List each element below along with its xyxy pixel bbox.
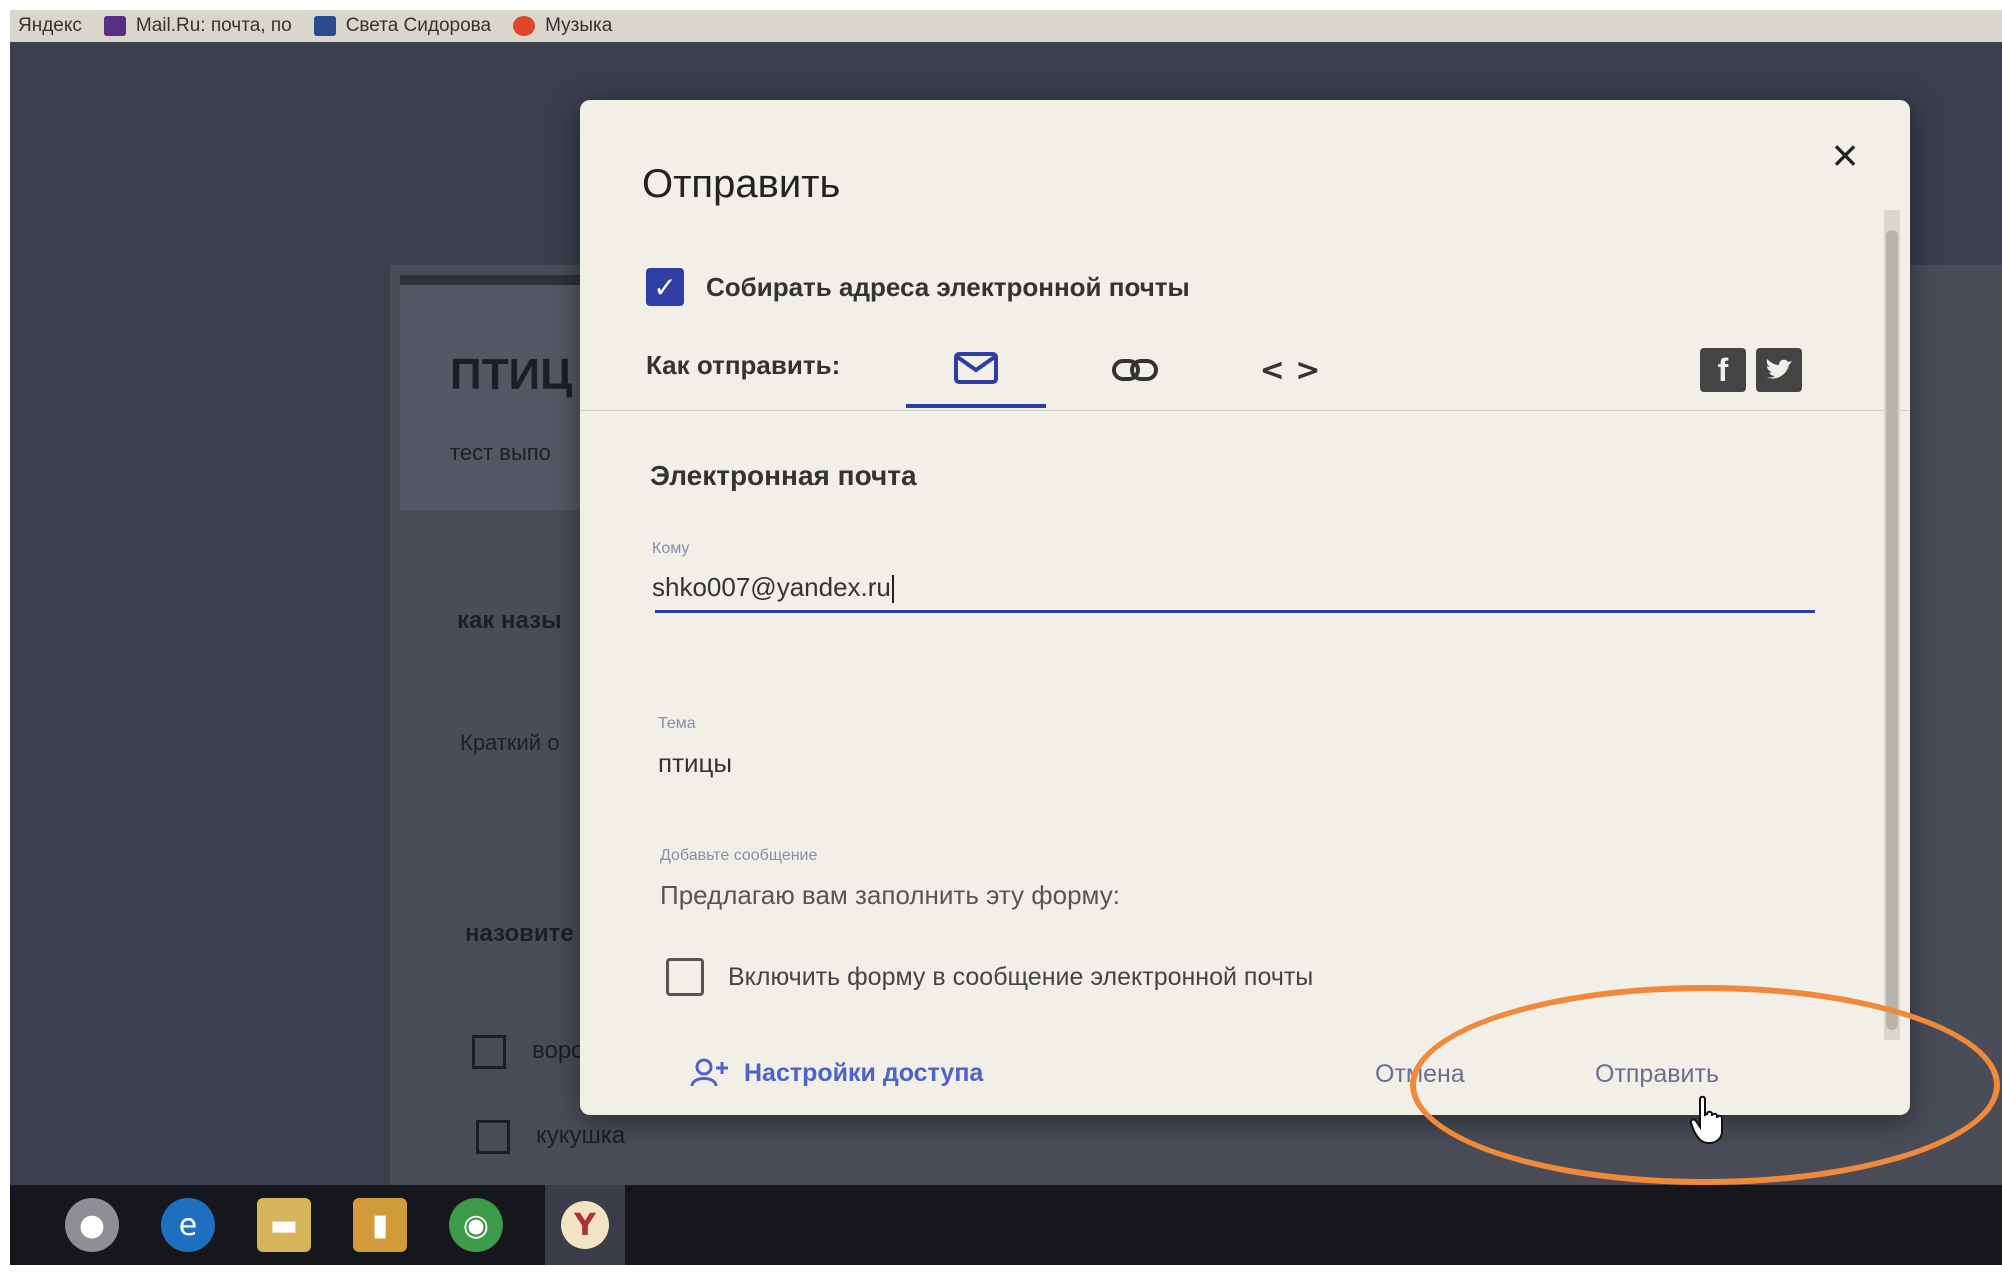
to-field[interactable]: shko007@yandex.ru bbox=[652, 572, 894, 604]
access-settings-button[interactable]: Настройки доступа bbox=[690, 1058, 983, 1088]
close-icon[interactable]: × bbox=[1820, 130, 1870, 180]
bookmark-mailru[interactable]: Mail.Ru: почта, по bbox=[103, 15, 292, 37]
envelope-icon bbox=[954, 352, 998, 384]
taskbar: ● e ▬ ▮ ◉ Y bbox=[10, 1185, 2002, 1265]
include-form-row[interactable]: Включить форму в сообщение электронной п… bbox=[666, 958, 1313, 996]
access-settings-label: Настройки доступа bbox=[744, 1058, 984, 1087]
chrome-icon[interactable]: ◉ bbox=[449, 1198, 503, 1252]
to-label: Кому bbox=[652, 540, 690, 557]
option-1-checkbox[interactable] bbox=[472, 1035, 506, 1069]
tabs-divider bbox=[580, 410, 1910, 411]
twitter-icon[interactable] bbox=[1756, 348, 1802, 392]
scrollbar-thumb[interactable] bbox=[1886, 230, 1898, 1030]
yandex-browser-icon[interactable]: Y bbox=[545, 1185, 625, 1265]
dialog-title: Отправить bbox=[642, 162, 841, 206]
tab-link[interactable] bbox=[1065, 332, 1205, 408]
question-1-title: как назы bbox=[457, 607, 562, 634]
option-2-checkbox[interactable] bbox=[476, 1120, 510, 1154]
short-answer-placeholder: Краткий о bbox=[460, 730, 560, 755]
bookmark-vk[interactable]: Света Сидорова bbox=[313, 15, 491, 37]
form-description: тест выпо bbox=[450, 440, 551, 465]
send-form-dialog: Отправить × ✓ Собирать адреса электронно… bbox=[580, 100, 1910, 1115]
collect-emails-checkbox[interactable]: ✓ bbox=[646, 268, 684, 306]
collect-emails-label: Собирать адреса электронной почты bbox=[706, 271, 1190, 302]
music-icon bbox=[513, 16, 536, 36]
send-via-label: Как отправить: bbox=[646, 350, 841, 380]
message-label: Добавьте сообщение bbox=[660, 847, 818, 864]
question-2-title: назовите bbox=[465, 920, 574, 947]
form-title: ПТИЦ bbox=[450, 350, 573, 399]
message-field[interactable]: Предлагаю вам заполнить эту форму: bbox=[660, 880, 1120, 911]
code-icon: < > bbox=[1259, 352, 1321, 388]
add-person-icon bbox=[690, 1058, 728, 1087]
subject-label: Тема bbox=[658, 715, 696, 732]
include-form-label: Включить форму в сообщение электронной п… bbox=[728, 962, 1314, 991]
option-1-label: воро bbox=[532, 1037, 585, 1064]
bookmark-music[interactable]: Музыка bbox=[513, 15, 612, 37]
collect-emails-row[interactable]: ✓ Собирать адреса электронной почты bbox=[646, 268, 1190, 306]
section-title: Электронная почта bbox=[650, 460, 917, 491]
mailru-icon bbox=[103, 16, 126, 36]
tab-email[interactable] bbox=[906, 332, 1046, 408]
bookmarks-bar: Яндекс Mail.Ru: почта, по Света Сидорова… bbox=[10, 10, 2002, 42]
start-icon[interactable]: ● bbox=[65, 1198, 119, 1252]
tab-embed[interactable]: < > bbox=[1220, 332, 1360, 408]
link-icon bbox=[1112, 359, 1158, 381]
scrollbar[interactable] bbox=[1884, 210, 1900, 1040]
text-caret bbox=[891, 575, 894, 604]
bookmark-yandex[interactable]: Яндекс bbox=[18, 15, 82, 37]
twitter-bird-icon bbox=[1766, 359, 1792, 379]
vk-icon bbox=[313, 16, 336, 36]
file-explorer-icon[interactable]: ▬ bbox=[257, 1198, 311, 1252]
orange-highlight-ellipse bbox=[1410, 985, 2000, 1185]
facebook-icon[interactable]: f bbox=[1700, 348, 1746, 392]
subject-field[interactable]: птицы bbox=[658, 748, 732, 779]
edge-icon[interactable]: e bbox=[161, 1198, 215, 1252]
to-field-underline bbox=[655, 610, 1815, 613]
include-form-checkbox[interactable] bbox=[666, 958, 704, 996]
notes-icon[interactable]: ▮ bbox=[353, 1198, 407, 1252]
option-2-label: кукушка bbox=[536, 1122, 626, 1149]
